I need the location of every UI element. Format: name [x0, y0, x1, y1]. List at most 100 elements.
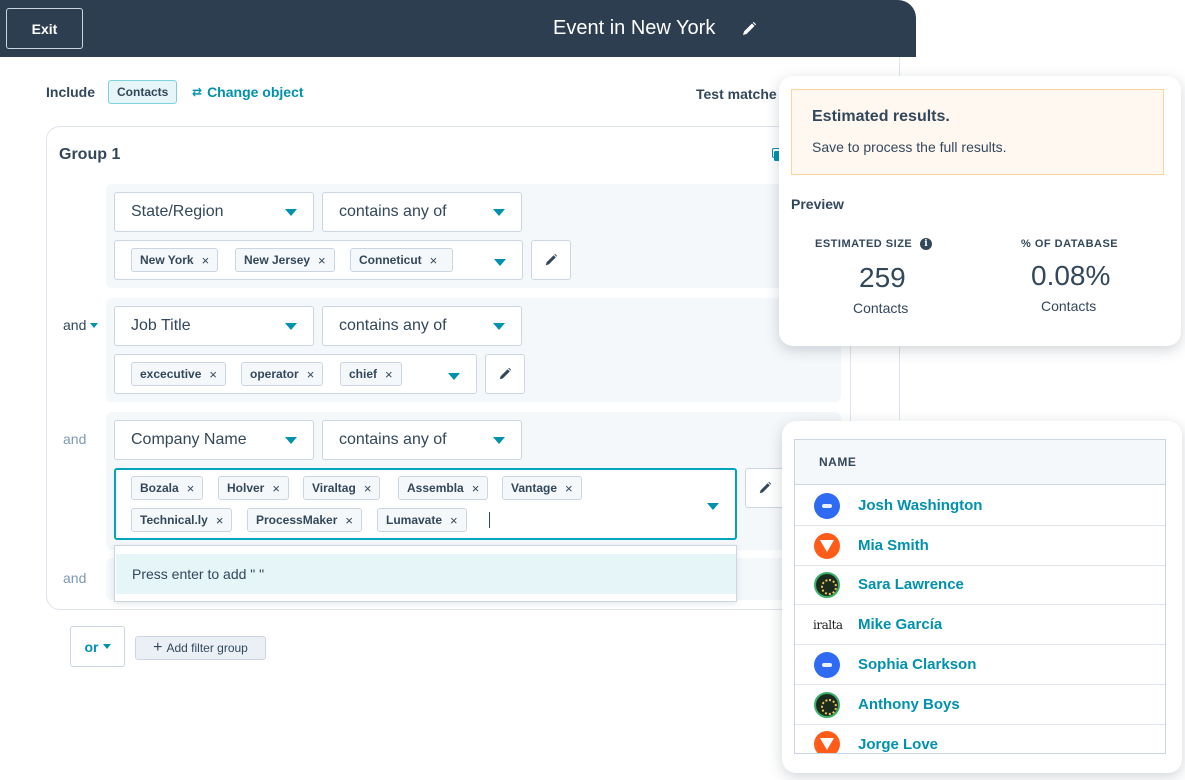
tag-label: New Jersey [244, 253, 311, 267]
caret-down-icon [448, 373, 460, 380]
tag-label: Technical.ly [140, 513, 208, 527]
remove-tag-icon[interactable]: × [187, 482, 195, 495]
property-select-state[interactable]: State/Region [114, 192, 314, 232]
remove-tag-icon[interactable]: × [385, 368, 393, 381]
operator-select-state[interactable]: contains any of [322, 192, 522, 232]
company-logo-icon [814, 691, 840, 718]
estimate-banner [791, 89, 1164, 175]
remove-tag-icon[interactable]: × [318, 254, 326, 267]
connector-label: and [63, 317, 87, 333]
tag-label: excecutive [140, 367, 202, 381]
estimated-size-value: 259 [859, 262, 906, 293]
tag-label: New York [140, 253, 194, 267]
add-filter-group-button[interactable]: + Add filter group [135, 636, 266, 660]
caret-down-icon [285, 323, 297, 330]
edit-values-button[interactable] [745, 468, 785, 508]
or-label: or [84, 638, 99, 655]
value-tag: New York × [131, 248, 219, 272]
estimate-subtitle: Save to process the full results. [812, 139, 1007, 155]
value-tag: Technical.ly × [131, 508, 233, 532]
table-row: Jorge Love [795, 724, 1165, 753]
name-column-header[interactable]: NAME [795, 440, 1165, 485]
property-select-company[interactable]: Company Name [114, 420, 314, 460]
pencil-icon[interactable] [741, 21, 757, 37]
operator-select-job-title[interactable]: contains any of [322, 306, 522, 346]
contact-name-link[interactable]: Anthony Boys [858, 696, 960, 713]
property-value: Company Name [131, 431, 247, 448]
logo-wordmark: iralta [813, 617, 843, 632]
remove-tag-icon[interactable]: × [202, 254, 210, 267]
change-object-link[interactable]: ⇄ Change object [192, 84, 304, 100]
tag-label: Lumavate [386, 513, 443, 527]
caret-down-icon [102, 644, 111, 649]
percent-database-value: 0.08% [1031, 260, 1111, 291]
object-chip[interactable]: Contacts [108, 80, 178, 104]
contact-name-link[interactable]: Sara Lawrence [858, 576, 964, 593]
remove-tag-icon[interactable]: × [209, 368, 217, 381]
value-tag: Viraltag × [303, 476, 381, 500]
tag-label: Conneticut [359, 253, 422, 267]
value-tag: chief × [340, 362, 402, 386]
remove-tag-icon[interactable]: × [272, 482, 280, 495]
names-table: NAME Josh Washington Mia Smith Sara Lawr… [794, 439, 1166, 754]
dropdown-option-add[interactable]: Press enter to add " " [116, 554, 736, 594]
value-tag: Bozala × [131, 476, 204, 500]
pencil-icon [759, 481, 772, 494]
company-logo-icon [814, 492, 840, 519]
test-matches-label[interactable]: Test matche [696, 86, 777, 102]
caret-down-icon [493, 209, 505, 216]
caret-down-icon [285, 209, 297, 216]
remove-tag-icon[interactable]: × [307, 368, 315, 381]
table-row: Anthony Boys [795, 685, 1165, 725]
table-row: Sophia Clarkson [795, 645, 1165, 685]
remove-tag-icon[interactable]: × [565, 482, 573, 495]
add-group-label: Add filter group [166, 641, 248, 655]
contact-name-link[interactable]: Mike García [858, 616, 942, 633]
stat-label-text: ESTIMATED SIZE [815, 238, 913, 250]
operator-value: contains any of [339, 317, 447, 334]
group-title: Group 1 [59, 146, 121, 163]
contact-name-link[interactable]: Sophia Clarkson [858, 656, 976, 673]
remove-tag-icon[interactable]: × [430, 254, 438, 267]
caret-down-icon [493, 323, 505, 330]
remove-tag-icon[interactable]: × [216, 514, 224, 527]
connector-select[interactable]: and [63, 317, 99, 333]
property-select-job-title[interactable]: Job Title [114, 306, 314, 346]
info-icon[interactable]: i [920, 238, 933, 250]
value-tag: Holver × [218, 476, 289, 500]
contact-name-link[interactable]: Josh Washington [858, 497, 982, 514]
remove-tag-icon[interactable]: × [345, 514, 353, 527]
change-object-label: Change object [207, 84, 304, 100]
caret-down-icon [494, 259, 506, 266]
value-tag: Lumavate × [377, 508, 467, 532]
remove-tag-icon[interactable]: × [364, 482, 372, 495]
remove-tag-icon[interactable]: × [450, 514, 458, 527]
table-row: Josh Washington [795, 486, 1165, 526]
plus-icon: + [153, 639, 163, 656]
or-button[interactable]: or [70, 626, 125, 667]
edit-values-button[interactable] [485, 354, 525, 394]
remove-tag-icon[interactable]: × [472, 482, 480, 495]
top-bar: Exit Event in New York [0, 0, 916, 57]
pencil-icon [499, 367, 512, 380]
connector-label: and [63, 570, 87, 586]
include-label: Include [46, 84, 96, 100]
table-row: iralta Mike García [795, 605, 1165, 645]
text-cursor [489, 512, 490, 528]
caret-down-icon [493, 437, 505, 444]
contact-name-link[interactable]: Mia Smith [858, 537, 929, 554]
estimated-size-unit: Contacts [853, 300, 909, 316]
exit-button[interactable]: Exit [6, 8, 83, 49]
value-tag: Vantage × [502, 476, 582, 500]
tag-label: operator [250, 367, 299, 381]
edit-values-button[interactable] [531, 240, 571, 280]
connector-label: and [63, 431, 87, 447]
company-logo-icon [814, 731, 840, 753]
tag-label: Viraltag [312, 481, 356, 495]
company-logo-icon [814, 532, 840, 559]
operator-select-company[interactable]: contains any of [322, 420, 522, 460]
tag-label: ProcessMaker [256, 513, 338, 527]
value-tag: New Jersey × [235, 248, 335, 272]
property-value: Job Title [131, 317, 191, 334]
contact-name-link[interactable]: Jorge Love [858, 736, 938, 753]
